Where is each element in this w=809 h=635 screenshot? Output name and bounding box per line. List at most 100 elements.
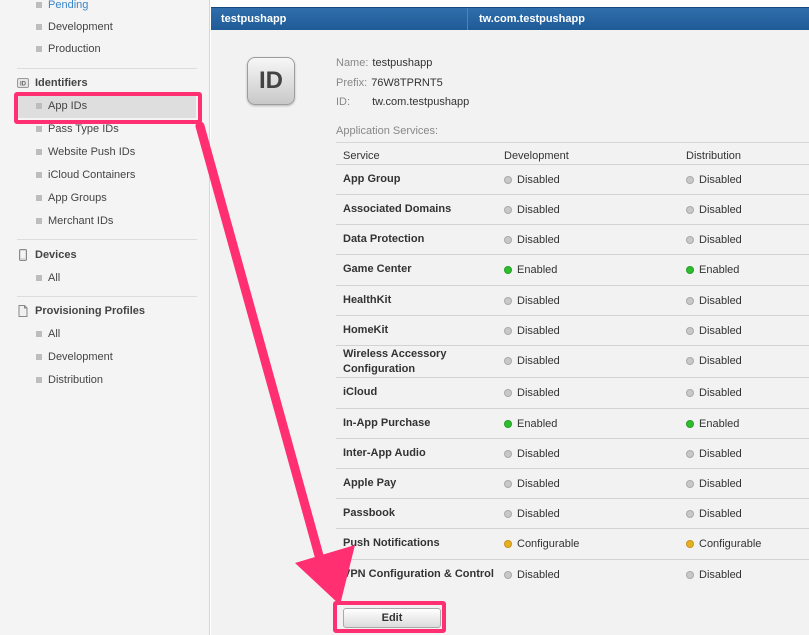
bullet-icon bbox=[36, 24, 42, 30]
service-row: In-App Purchase Enabled Enabled bbox=[336, 408, 809, 438]
status-label: Enabled bbox=[517, 418, 558, 430]
distribution-status: Enabled bbox=[686, 263, 739, 277]
status-dot-icon bbox=[504, 236, 512, 244]
service-name: Passbook bbox=[343, 507, 395, 519]
development-status: Disabled bbox=[504, 447, 560, 461]
app-name-label: Name: bbox=[336, 57, 369, 69]
service-row: Associated Domains Disabled Disabled bbox=[336, 194, 809, 224]
development-status: Disabled bbox=[504, 173, 560, 187]
bullet-icon bbox=[36, 172, 42, 178]
development-status: Disabled bbox=[504, 233, 560, 247]
status-label: Disabled bbox=[517, 508, 560, 520]
distribution-status: Disabled bbox=[686, 447, 742, 461]
status-label: Enabled bbox=[699, 418, 740, 430]
bullet-icon bbox=[36, 195, 42, 201]
column-header-development: Development bbox=[504, 150, 569, 162]
app-id-field: ID: tw.com.testpushapp bbox=[336, 94, 469, 110]
service-row: App Group Disabled Disabled bbox=[336, 164, 809, 194]
sidebar-item-label: Pending bbox=[48, 0, 89, 11]
status-label: Disabled bbox=[517, 478, 560, 490]
status-label: Disabled bbox=[699, 569, 742, 581]
status-label: Disabled bbox=[517, 204, 560, 216]
service-row: Game Center Enabled Enabled bbox=[336, 254, 809, 285]
sidebar-item-label: Production bbox=[48, 43, 101, 55]
service-row: Apple Pay Disabled Disabled bbox=[336, 468, 809, 498]
status-dot-icon bbox=[686, 236, 694, 244]
app-name-value: testpushapp bbox=[372, 57, 433, 69]
app-id-details: ID Name: testpushapp Prefix: 76W8TPRNT5 ID… bbox=[211, 30, 809, 635]
distribution-status: Disabled bbox=[686, 173, 742, 187]
status-dot-icon bbox=[686, 540, 694, 548]
distribution-status: Disabled bbox=[686, 354, 742, 368]
status-label: Disabled bbox=[699, 174, 742, 186]
status-dot-icon bbox=[504, 357, 512, 365]
status-label: Disabled bbox=[517, 174, 560, 186]
service-row: HealthKit Disabled Disabled bbox=[336, 285, 809, 315]
service-name: Data Protection bbox=[343, 233, 425, 245]
service-row: Wireless Accessory Configuration Disabled… bbox=[336, 345, 809, 377]
status-label: Configurable bbox=[517, 538, 580, 550]
distribution-status: Disabled bbox=[686, 294, 742, 308]
service-name: Inter-App Audio bbox=[343, 447, 426, 459]
service-name: iCloud bbox=[343, 386, 378, 398]
development-status: Disabled bbox=[504, 507, 560, 521]
status-label: Disabled bbox=[699, 234, 742, 246]
sidebar-item-label: Merchant IDs bbox=[48, 215, 114, 227]
status-dot-icon bbox=[504, 297, 512, 305]
status-dot-icon bbox=[686, 450, 694, 458]
service-row: iCloud Disabled Disabled bbox=[336, 377, 809, 408]
status-dot-icon bbox=[686, 327, 694, 335]
service-name: Wireless Accessory Configuration bbox=[343, 348, 447, 375]
service-row: VPN Configuration & Control Disabled Disab… bbox=[336, 559, 809, 589]
service-name: Push Notifications bbox=[343, 537, 440, 549]
bullet-icon bbox=[36, 149, 42, 155]
service-name: Associated Domains bbox=[343, 203, 452, 215]
bullet-icon bbox=[36, 354, 42, 360]
status-dot-icon bbox=[686, 297, 694, 305]
distribution-status: Disabled bbox=[686, 203, 742, 217]
status-dot-icon bbox=[504, 510, 512, 518]
application-services-title: Application Services: bbox=[336, 125, 439, 137]
status-dot-icon bbox=[686, 389, 694, 397]
status-dot-icon bbox=[504, 540, 512, 548]
app-prefix-label: Prefix: bbox=[336, 77, 368, 89]
status-dot-icon bbox=[686, 480, 694, 488]
app-id-label: ID: bbox=[336, 96, 351, 108]
development-status: Disabled bbox=[504, 386, 560, 400]
status-label: Disabled bbox=[517, 448, 560, 460]
status-label: Disabled bbox=[699, 355, 742, 367]
status-dot-icon bbox=[686, 420, 694, 428]
header-divider bbox=[467, 8, 468, 31]
device-icon bbox=[19, 249, 27, 261]
service-name: App Group bbox=[343, 173, 401, 185]
status-dot-icon bbox=[504, 266, 512, 274]
service-name: HealthKit bbox=[343, 294, 392, 306]
app-id-value: tw.com.testpushapp bbox=[372, 96, 470, 108]
column-header-distribution: Distribution bbox=[686, 150, 742, 162]
development-status: Enabled bbox=[504, 417, 557, 431]
distribution-status: Configurable bbox=[686, 537, 761, 551]
status-label: Disabled bbox=[699, 508, 742, 520]
status-label: Disabled bbox=[699, 478, 742, 490]
status-label: Disabled bbox=[699, 295, 742, 307]
status-label: Enabled bbox=[699, 264, 740, 276]
sidebar-divider bbox=[17, 68, 197, 69]
status-label: Configurable bbox=[699, 538, 762, 550]
status-dot-icon bbox=[504, 389, 512, 397]
status-dot-icon bbox=[686, 176, 694, 184]
status-dot-icon bbox=[686, 206, 694, 214]
status-dot-icon bbox=[686, 510, 694, 518]
bullet-icon bbox=[36, 331, 42, 337]
status-dot-icon bbox=[686, 266, 694, 274]
service-name: In-App Purchase bbox=[343, 417, 431, 429]
app-name-field: Name: testpushapp bbox=[336, 55, 432, 71]
development-status: Disabled bbox=[504, 324, 560, 338]
bullet-icon bbox=[36, 2, 42, 8]
status-dot-icon bbox=[504, 176, 512, 184]
services-divider bbox=[336, 142, 809, 143]
main-panel: testpushapp tw.com.testpushapp ID Name: t… bbox=[211, 0, 809, 635]
development-status: Disabled bbox=[504, 294, 560, 308]
service-name: Game Center bbox=[343, 263, 412, 275]
service-row: Passbook Disabled Disabled bbox=[336, 498, 809, 528]
bullet-icon bbox=[36, 126, 42, 132]
